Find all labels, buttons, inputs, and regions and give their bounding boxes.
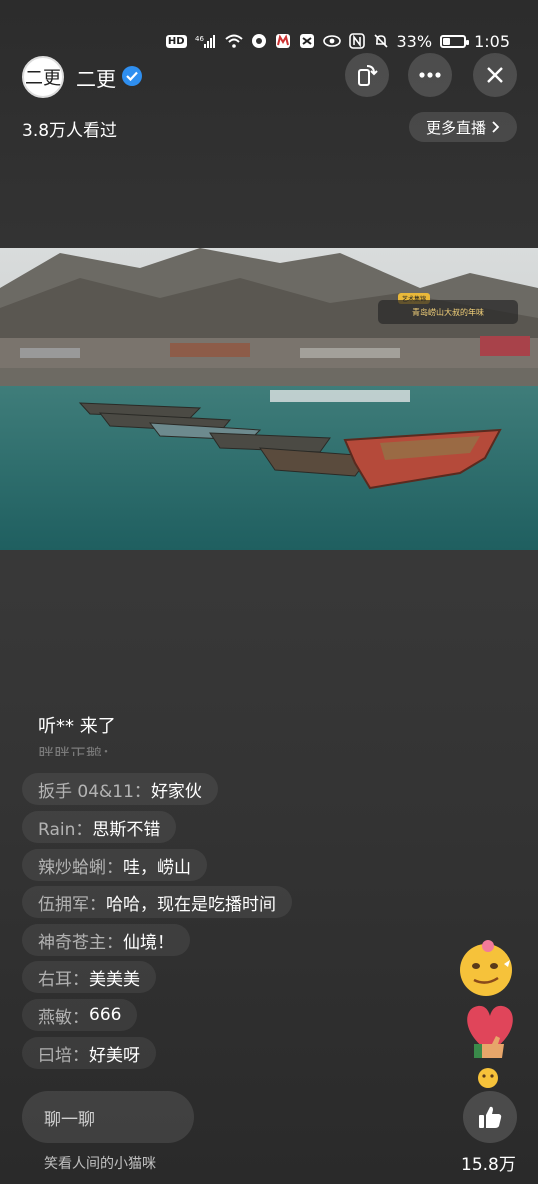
more-options-button[interactable] bbox=[408, 53, 452, 97]
live-video[interactable]: 艺术集锦 青岛崂山大叔的年味 bbox=[0, 248, 538, 550]
chat-message: 右耳： 美美美 bbox=[22, 961, 156, 993]
thumbs-up-icon bbox=[479, 1106, 502, 1128]
chat-user[interactable]: 燕敏： bbox=[38, 1003, 89, 1028]
chat-input[interactable]: 聊一聊 bbox=[22, 1091, 194, 1143]
join-notice: 听** 来了 bbox=[38, 716, 116, 737]
like-button[interactable] bbox=[463, 1091, 517, 1143]
verified-badge-icon bbox=[122, 66, 142, 86]
eye-icon bbox=[322, 35, 341, 47]
chat-user[interactable]: 扳手 04&11： bbox=[38, 777, 151, 802]
chevron-right-icon bbox=[492, 121, 500, 133]
current-username: 笑看人间的小猫咪 bbox=[44, 1156, 156, 1172]
rotate-screen-button[interactable] bbox=[345, 53, 389, 97]
wifi-icon bbox=[224, 34, 243, 48]
chat-text: 哇，崂山 bbox=[123, 857, 191, 878]
emoji-face-icon bbox=[460, 940, 512, 996]
chat-message: 伍拥军： 哈哈，现在是吃播时间 bbox=[22, 886, 292, 918]
chat-user[interactable]: 右耳： bbox=[38, 965, 89, 990]
chat-text: 好美呀 bbox=[89, 1045, 140, 1066]
chat-message: 曰培： 好美呀 bbox=[22, 1037, 156, 1069]
signal-icon: 46 bbox=[195, 34, 217, 48]
chat-text: 思斯不错 bbox=[92, 819, 161, 840]
chat-message: 燕敏： 666 bbox=[22, 999, 138, 1031]
floating-reactions bbox=[452, 940, 532, 1090]
battery-fill bbox=[443, 37, 451, 45]
more-icon bbox=[419, 72, 441, 78]
nfc-icon bbox=[348, 33, 365, 49]
chat-message: 辣炒蛤蜊： 哇，崂山 bbox=[22, 849, 207, 881]
app-notification-icon bbox=[251, 33, 267, 49]
chat-text: 美美美 bbox=[89, 969, 140, 990]
video-caption: 青岛崂山大叔的年味 bbox=[378, 300, 518, 324]
chat-message: 扳手 04&11： 好家伙 bbox=[22, 773, 218, 805]
battery-icon bbox=[440, 34, 470, 48]
more-live-button[interactable]: 更多直播 bbox=[409, 112, 517, 142]
chat-user[interactable]: 伍拥军： bbox=[38, 890, 106, 915]
chat-text: 哈哈，现在是吃播时间 bbox=[106, 894, 276, 915]
like-count: 15.8万 bbox=[461, 1155, 516, 1175]
chat-user[interactable]: 辣炒蛤蜊： bbox=[38, 853, 123, 878]
chat-user[interactable]: 曰培： bbox=[38, 1041, 89, 1066]
chat-message: Rain： 思斯不错 bbox=[22, 811, 177, 843]
host-name[interactable]: 二更 bbox=[76, 63, 116, 92]
close-icon bbox=[487, 67, 503, 83]
chat-text: 仙境！ bbox=[123, 932, 174, 953]
chat-user[interactable]: Rain： bbox=[38, 815, 92, 840]
battery-percent: 33% bbox=[396, 31, 433, 51]
chat-faded-line: 胖胖正鹅： bbox=[38, 745, 119, 756]
capcut-icon bbox=[299, 33, 315, 49]
chat-message: 神奇苍主： 仙境！ bbox=[22, 924, 190, 956]
network-label: 46 bbox=[195, 35, 204, 43]
avatar-text: 二更 bbox=[25, 68, 61, 89]
chat-text: 好家伙 bbox=[150, 781, 202, 802]
mute-icon bbox=[373, 33, 389, 49]
viewer-count: 3.8万人看过 bbox=[22, 121, 118, 141]
emoji-small-icon bbox=[478, 1068, 498, 1088]
chat-text: 666 bbox=[89, 1005, 122, 1025]
rotate-icon bbox=[358, 65, 378, 86]
more-live-label: 更多直播 bbox=[425, 118, 486, 137]
hd-icon: HD bbox=[165, 34, 187, 48]
status-icons: HD 46 33% 1:05 bbox=[165, 30, 510, 52]
mail-app-icon bbox=[275, 33, 291, 49]
host-avatar[interactable]: 二更 bbox=[22, 56, 64, 98]
clock: 1:05 bbox=[474, 31, 510, 51]
chat-user[interactable]: 神奇苍主： bbox=[38, 928, 123, 953]
close-button[interactable] bbox=[473, 53, 517, 97]
